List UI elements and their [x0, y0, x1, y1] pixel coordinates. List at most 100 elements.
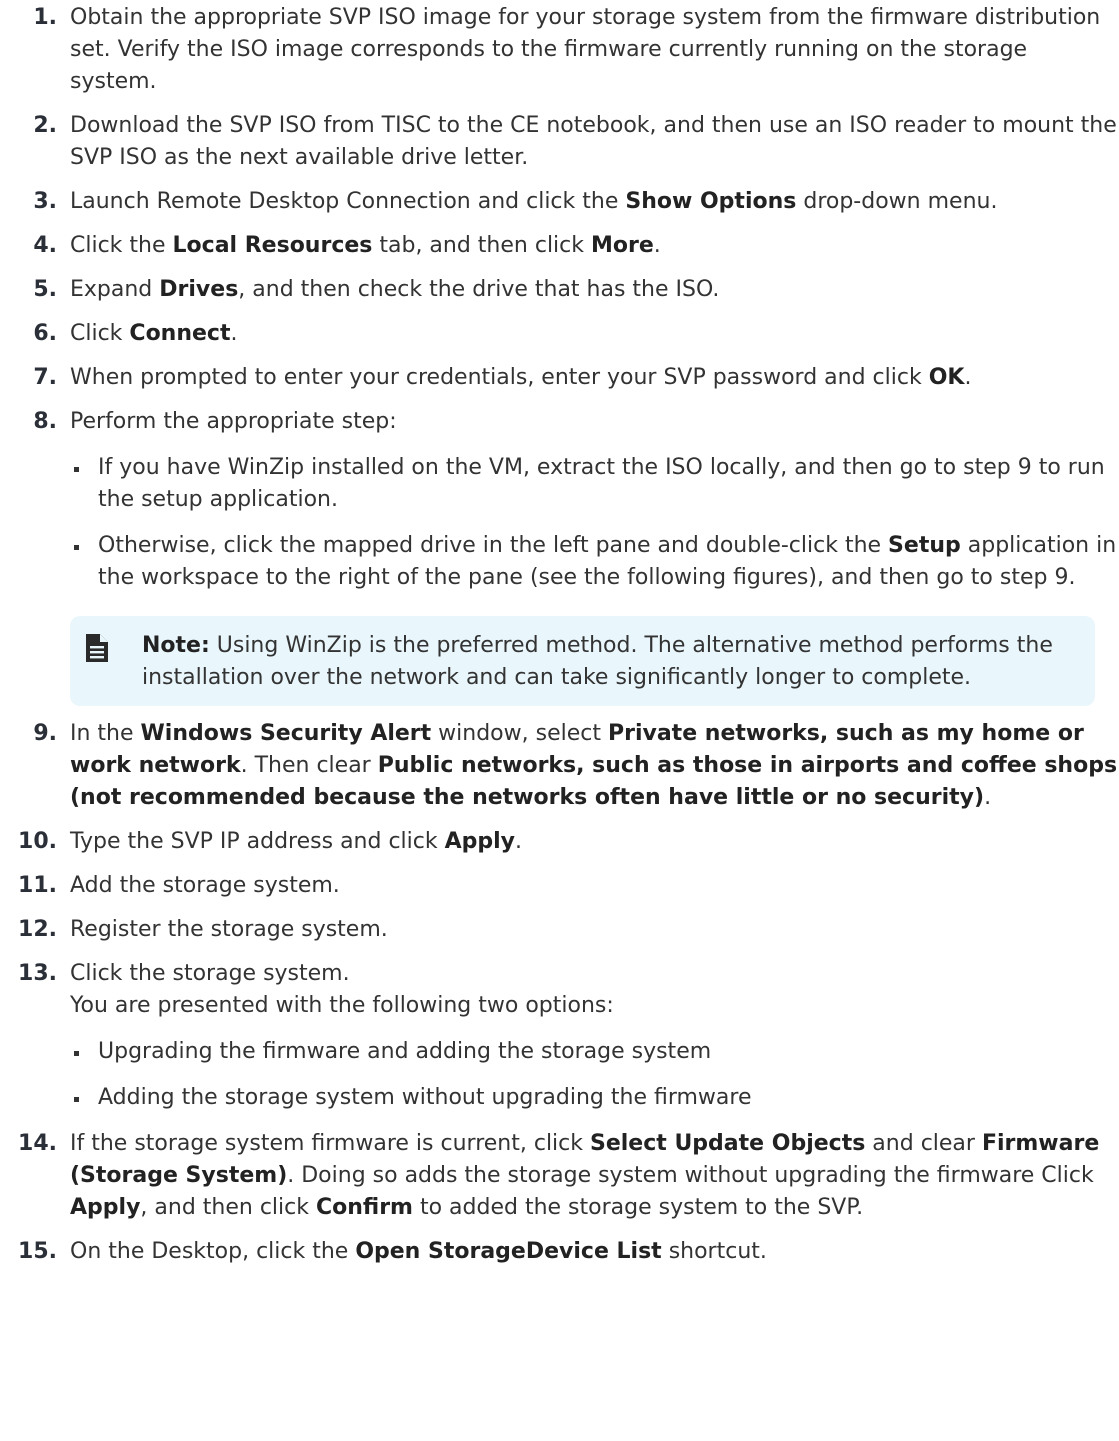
text-run: In the: [70, 721, 141, 746]
sub-list: If you have WinZip installed on the VM, …: [70, 452, 1119, 594]
emphasis-text: Local Resources: [172, 233, 373, 258]
text-run: drop-down menu.: [796, 189, 998, 214]
step-number: 10.: [18, 829, 57, 854]
step-number: 13.: [18, 961, 57, 986]
step-text: In the Windows Security Alert window, se…: [70, 718, 1119, 814]
text-run: When prompted to enter your credentials,…: [70, 365, 929, 390]
text-run: shortcut.: [661, 1239, 767, 1264]
step-text: Obtain the appropriate SVP ISO image for…: [70, 2, 1119, 98]
emphasis-text: Apply: [444, 829, 516, 854]
step-item: 10. Type the SVP IP address and click App…: [0, 826, 1119, 858]
step-number: 12.: [18, 917, 57, 942]
sub-list-item: Upgrading the firmware and adding the st…: [70, 1036, 1119, 1068]
text-run: , and then click: [140, 1195, 316, 1220]
step-item: 1. Obtain the appropriate SVP ISO image f…: [0, 2, 1119, 98]
text-run: Obtain the appropriate SVP ISO image for…: [70, 5, 1101, 94]
step-text: On the Desktop, click the Open StorageDe…: [70, 1236, 1119, 1268]
step-item: 8. Perform the appropriate step: If you ha…: [0, 406, 1119, 706]
step-text: Launch Remote Desktop Connection and cli…: [70, 186, 1119, 218]
text-run: Expand: [70, 277, 160, 302]
step-item: 7. When prompted to enter your credential…: [0, 362, 1119, 394]
note-callout: Note: Using WinZip is the preferred meth…: [70, 616, 1095, 706]
step-item: 11. Add the storage system.: [0, 870, 1119, 902]
sub-list-item: Adding the storage system without upgrad…: [70, 1082, 1119, 1114]
text-run: .: [515, 829, 523, 854]
text-run: .: [984, 785, 992, 810]
bullet-marker: [74, 1097, 79, 1102]
step-number: 5.: [33, 277, 57, 302]
text-run: .: [230, 321, 238, 346]
text-run: and clear: [865, 1131, 982, 1156]
emphasis-text: Select Update Objects: [590, 1131, 866, 1156]
bullet-marker: [74, 467, 79, 472]
step-text: Click the Local Resources tab, and then …: [70, 230, 1119, 262]
step-number: 11.: [18, 873, 57, 898]
step-item: 6. Click Connect.: [0, 318, 1119, 350]
emphasis-text: Windows Security Alert: [140, 721, 432, 746]
step-text: Click Connect.: [70, 318, 1119, 350]
step-number: 9.: [33, 721, 57, 746]
step-item: 9. In the Windows Security Alert window, …: [0, 718, 1119, 814]
emphasis-text: Open StorageDevice List: [355, 1239, 662, 1264]
step-text: Click the storage system.: [70, 958, 1119, 990]
sub-list: Upgrading the firmware and adding the st…: [70, 1036, 1119, 1114]
text-run: Click the storage system.: [70, 961, 350, 986]
text-run: , and then check the drive that has the …: [238, 277, 720, 302]
emphasis-text: Connect: [129, 321, 231, 346]
emphasis-text: Show Options: [625, 189, 797, 214]
emphasis-text: Setup: [888, 533, 961, 558]
text-run: Otherwise, click the mapped drive in the…: [98, 533, 889, 558]
step-text: Expand Drives, and then check the drive …: [70, 274, 1119, 306]
text-run: Upgrading the firmware and adding the st…: [98, 1039, 712, 1064]
text-run: Click the: [70, 233, 173, 258]
text-run: Download the SVP ISO from TISC to the CE…: [70, 113, 1117, 170]
step-item: 4. Click the Local Resources tab, and the…: [0, 230, 1119, 262]
emphasis-text: More: [591, 233, 654, 258]
text-run: .: [653, 233, 661, 258]
text-run: .: [964, 365, 972, 390]
text-run: Add the storage system.: [70, 873, 340, 898]
step-number: 6.: [33, 321, 57, 346]
text-run: On the Desktop, click the: [70, 1239, 356, 1264]
note-text: Using WinZip is the preferred method. Th…: [142, 633, 1053, 690]
emphasis-text: Apply: [70, 1195, 141, 1220]
text-run: Type the SVP IP address and click: [70, 829, 445, 854]
step-number: 14.: [18, 1131, 57, 1156]
emphasis-text: OK: [928, 365, 965, 390]
text-run: Register the storage system.: [70, 917, 388, 942]
step-number: 8.: [33, 409, 57, 434]
step-number: 1.: [33, 5, 57, 30]
text-run: window, select: [431, 721, 608, 746]
step-item: 15. On the Desktop, click the Open Storag…: [0, 1236, 1119, 1268]
step-text: Add the storage system.: [70, 870, 1119, 902]
text-run: If you have WinZip installed on the VM, …: [98, 455, 1105, 512]
text-run: to added the storage system to the SVP.: [412, 1195, 864, 1220]
step-text: Type the SVP IP address and click Apply.: [70, 826, 1119, 858]
text-run: Adding the storage system without upgrad…: [98, 1085, 752, 1110]
procedure-steps: 1. Obtain the appropriate SVP ISO image f…: [0, 0, 1119, 1268]
text-run: . Doing so adds the storage system witho…: [287, 1163, 1094, 1188]
sub-list-item: Otherwise, click the mapped drive in the…: [70, 530, 1119, 594]
note-document-icon: [86, 634, 108, 662]
bullet-marker: [74, 545, 79, 550]
emphasis-text: Confirm: [315, 1195, 413, 1220]
bullet-marker: [74, 1051, 79, 1056]
step-item: 2. Download the SVP ISO from TISC to the …: [0, 110, 1119, 174]
step-item: 3. Launch Remote Desktop Connection and c…: [0, 186, 1119, 218]
step-item: 14. If the storage system firmware is cur…: [0, 1128, 1119, 1224]
step-item: 13. Click the storage system. You are pres…: [0, 958, 1119, 1114]
step-text: When prompted to enter your credentials,…: [70, 362, 1119, 394]
step-item: 5. Expand Drives, and then check the driv…: [0, 274, 1119, 306]
step-number: 4.: [33, 233, 57, 258]
step-text: If the storage system firmware is curren…: [70, 1128, 1119, 1224]
step-number: 2.: [33, 113, 57, 138]
step-text: Perform the appropriate step:: [70, 406, 1119, 438]
text-run: tab, and then click: [372, 233, 591, 258]
note-label: Note:: [142, 633, 210, 658]
step-text: Download the SVP ISO from TISC to the CE…: [70, 110, 1119, 174]
step-number: 3.: [33, 189, 57, 214]
text-run: Perform the appropriate step:: [70, 409, 397, 434]
text-run: Click: [70, 321, 130, 346]
text-run: Launch Remote Desktop Connection and cli…: [70, 189, 626, 214]
step-number: 7.: [33, 365, 57, 390]
